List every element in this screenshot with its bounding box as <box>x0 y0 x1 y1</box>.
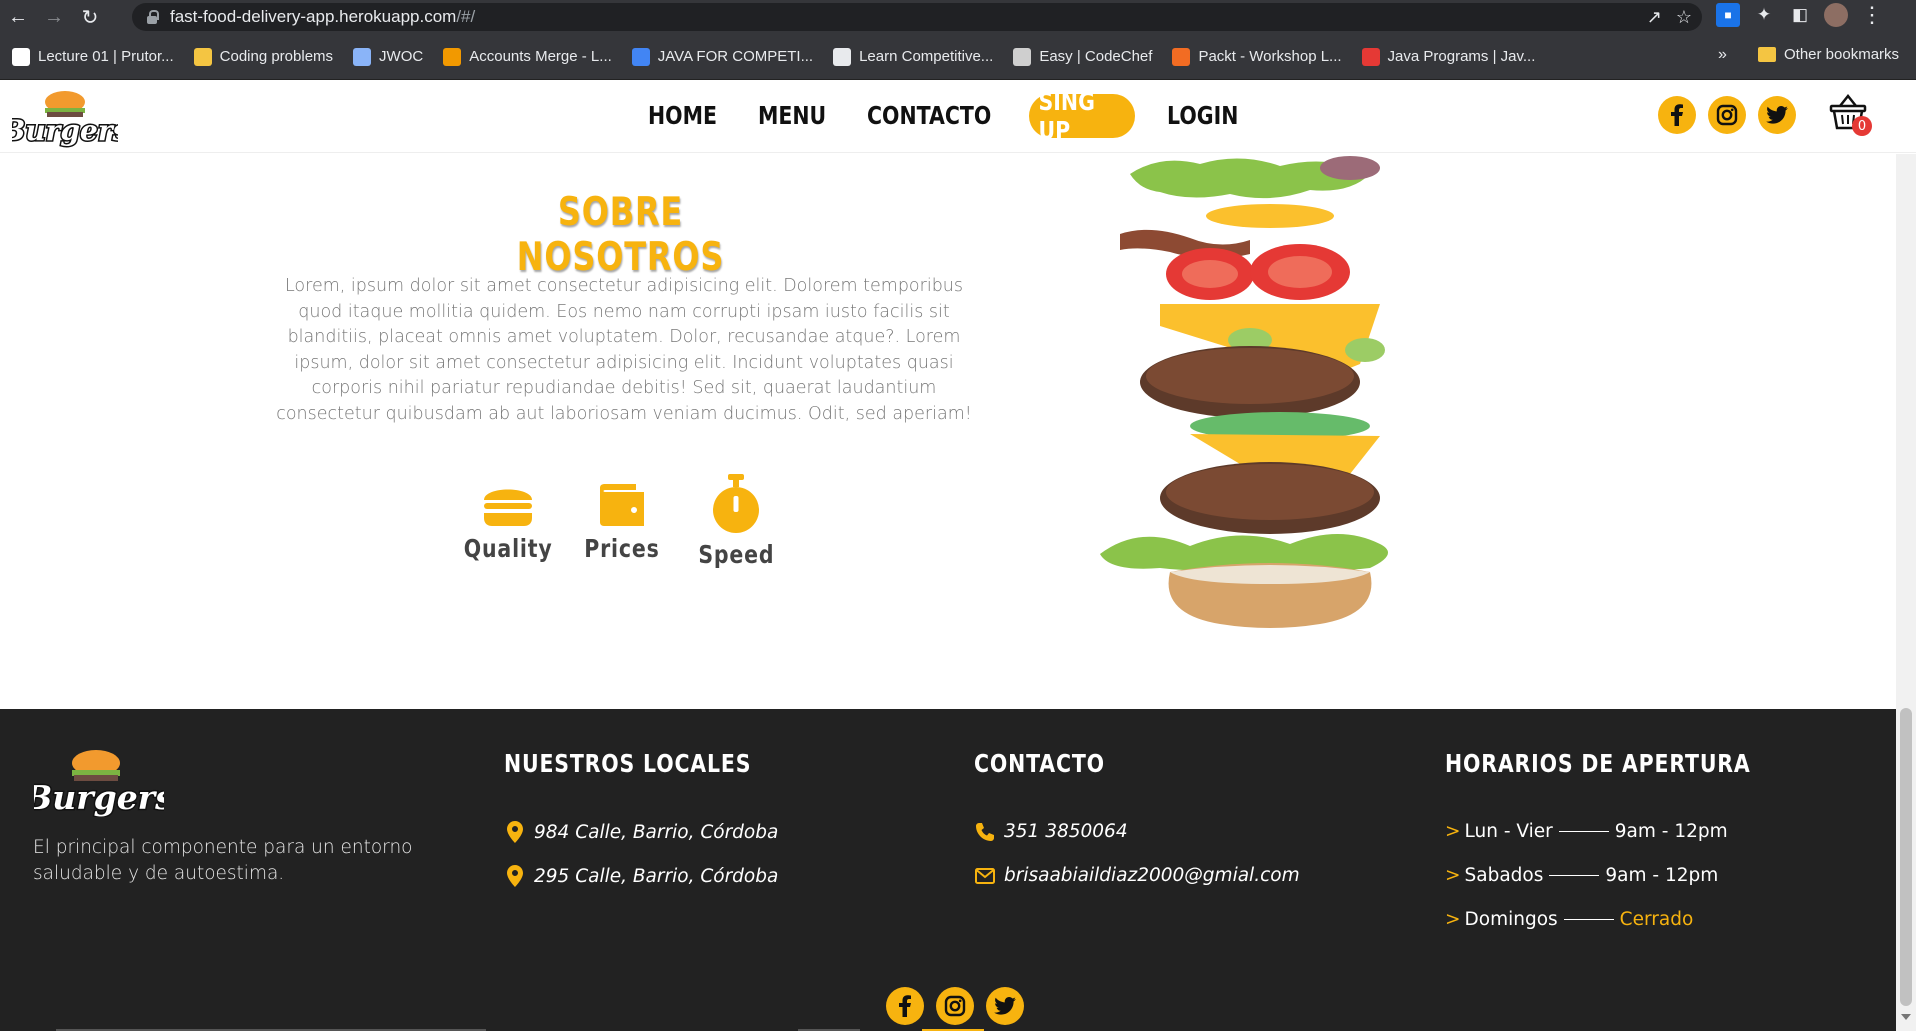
bookmark-item[interactable]: Learn Competitive... <box>833 47 993 66</box>
signup-button[interactable]: SING UP <box>1028 87 1135 145</box>
nav-login[interactable]: LOGIN <box>1167 94 1238 138</box>
site-header: Burgers HOME MENU CONTACTO SING UP LOGIN… <box>0 80 1916 153</box>
share-icon[interactable]: ↗ <box>1647 7 1662 28</box>
chevron-right-icon: > <box>1445 909 1461 930</box>
bookmark-item[interactable]: Packt - Workshop L... <box>1172 47 1342 66</box>
scroll-down-arrow-icon[interactable] <box>1901 1014 1911 1020</box>
horario-row: > Lun - Vier 9am - 12pm <box>1445 821 1728 842</box>
envelope-icon <box>974 867 996 884</box>
bookmark-favicon-icon <box>1172 47 1191 66</box>
bookmark-item[interactable]: Java Programs | Jav... <box>1361 47 1535 66</box>
folder-icon <box>1758 47 1776 62</box>
forward-icon[interactable]: → <box>36 0 72 34</box>
footer-tagline: El principal componente para un entorno … <box>33 837 413 884</box>
scrollbar-thumb[interactable] <box>1900 708 1912 1006</box>
twitter-icon[interactable] <box>1758 96 1796 134</box>
facebook-icon[interactable] <box>886 987 924 1025</box>
about-text: Lorem, ipsum dolor sit amet consectetur … <box>276 276 972 424</box>
nav-contacto[interactable]: CONTACTO <box>867 94 991 138</box>
feature-speed-label: Speed <box>697 540 775 569</box>
bookmark-favicon-icon <box>443 47 462 66</box>
horario-row: > Domingos Cerrado <box>1445 909 1694 930</box>
profile-avatar[interactable] <box>1824 3 1848 27</box>
instagram-icon[interactable] <box>1708 96 1746 134</box>
feature-prices: Prices <box>580 472 664 569</box>
feature-quality: Quality <box>463 472 553 569</box>
nav-home[interactable]: HOME <box>648 94 717 138</box>
flying-burger-image <box>1100 156 1388 628</box>
facebook-icon[interactable] <box>1658 96 1696 134</box>
star-icon[interactable]: ☆ <box>1676 7 1692 28</box>
divider-dash <box>1563 919 1614 920</box>
menu-kebab-icon[interactable]: ⋮ <box>1860 3 1884 27</box>
phone-icon <box>974 822 996 842</box>
twitter-icon[interactable] <box>986 987 1024 1025</box>
instagram-icon[interactable] <box>936 987 974 1025</box>
url-host: fast-food-delivery-app.herokuapp.com <box>170 7 457 26</box>
map-pin-icon <box>504 865 526 887</box>
about-section: SOBRE NOSOTROS Lorem, ipsum dolor sit am… <box>0 154 1916 710</box>
stopwatch-icon <box>713 474 759 533</box>
horarios-title: HORARIOS DE APERTURA <box>1445 749 1751 778</box>
horario-row: > Sabados 9am - 12pm <box>1445 865 1719 886</box>
burger-icon <box>484 489 532 526</box>
bookmark-item[interactable]: Accounts Merge - L... <box>443 47 612 66</box>
closed-label: Cerrado <box>1619 909 1694 930</box>
bookmark-favicon-icon <box>12 47 30 66</box>
bookmark-favicon-icon <box>1361 47 1380 66</box>
bookmark-item[interactable]: JAVA FOR COMPETI... <box>631 47 813 66</box>
bookmarks-overflow-button[interactable]: » <box>1718 46 1727 64</box>
reload-icon[interactable]: ↻ <box>72 0 108 34</box>
feature-speed: Speed <box>694 472 778 569</box>
locales-title: NUESTROS LOCALES <box>504 749 752 778</box>
svg-text:Burgers: Burgers <box>12 114 118 147</box>
cart-button[interactable]: 0 <box>1828 92 1874 138</box>
sidepanel-icon[interactable]: ◧ <box>1788 3 1812 27</box>
divider-dash <box>1549 875 1600 876</box>
features-row: Quality Prices Speed <box>463 472 778 569</box>
locale-item: 984 Calle, Barrio, Córdoba <box>504 821 778 843</box>
footer-burgers-logo[interactable]: Burgers <box>34 745 164 817</box>
main-nav: HOME MENU CONTACTO SING UP LOGIN <box>648 87 1280 145</box>
browser-toolbar: ← → ↻ fast-food-delivery-app.herokuapp.c… <box>0 0 1916 34</box>
page-scrollbar[interactable] <box>1896 154 1916 1031</box>
divider-dash <box>1558 831 1609 832</box>
burgers-logo[interactable]: Burgers <box>12 88 118 148</box>
footer-social <box>886 987 1024 1025</box>
bookmark-favicon-icon <box>631 47 650 66</box>
bookmark-item[interactable]: Lecture 01 | Prutor... <box>12 47 174 66</box>
bookmarks-bar: Lecture 01 | Prutor... Coding problems J… <box>0 34 1916 80</box>
extension-icon[interactable]: ■ <box>1716 3 1740 27</box>
chevron-right-icon: > <box>1445 821 1461 842</box>
bookmark-favicon-icon <box>833 47 852 66</box>
svg-text:Burgers: Burgers <box>34 778 164 817</box>
other-bookmarks[interactable]: Other bookmarks <box>1758 46 1899 63</box>
bookmark-item[interactable]: Easy | CodeChef <box>1013 47 1152 66</box>
bookmark-favicon-icon <box>1013 47 1032 66</box>
url-path: /#/ <box>456 7 476 26</box>
site-footer: Burgers El principal componente para un … <box>0 709 1896 1031</box>
email-item[interactable]: brisaabiaildiaz2000@gmial.com <box>974 865 1300 886</box>
bookmark-item[interactable]: Coding problems <box>193 47 333 66</box>
wallet-icon <box>600 484 644 526</box>
feature-quality-label: Quality <box>463 534 553 563</box>
bookmark-favicon-icon <box>353 47 372 66</box>
phone-item: 351 3850064 <box>974 821 1128 842</box>
about-title: SOBRE NOSOTROS <box>516 190 725 280</box>
bookmark-item[interactable]: JWOC <box>353 47 423 66</box>
header-social <box>1658 96 1796 134</box>
nav-menu[interactable]: MENU <box>758 94 826 138</box>
address-bar[interactable]: fast-food-delivery-app.herokuapp.com/#/ … <box>132 3 1702 31</box>
cart-count-badge: 0 <box>1852 116 1872 136</box>
bookmark-favicon-icon <box>193 47 212 66</box>
feature-prices-label: Prices <box>584 534 660 563</box>
map-pin-icon <box>504 821 526 843</box>
puzzle-icon[interactable]: ✦ <box>1752 3 1776 27</box>
lock-icon <box>146 10 159 24</box>
locale-item: 295 Calle, Barrio, Córdoba <box>504 865 778 887</box>
back-icon[interactable]: ← <box>0 0 36 34</box>
chevron-right-icon: > <box>1445 865 1461 886</box>
contacto-title: CONTACTO <box>974 749 1105 778</box>
